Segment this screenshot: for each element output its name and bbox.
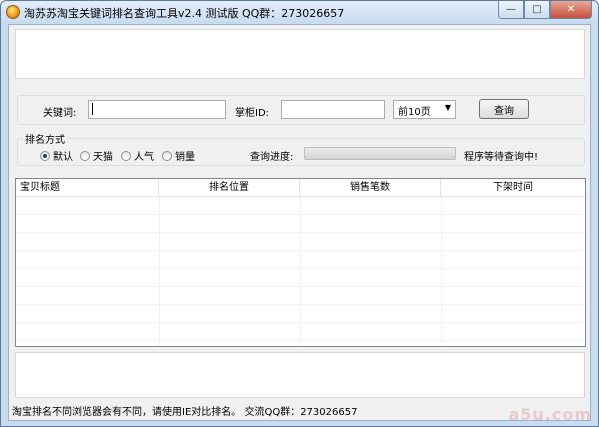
keyword-label: 关键词:: [43, 108, 77, 119]
pages-select[interactable]: 前10页 ▼: [393, 100, 456, 119]
radio-popularity-label: 人气: [134, 152, 154, 163]
radio-popularity[interactable]: 人气: [121, 148, 154, 163]
column-header-rank[interactable]: 排名位置: [159, 179, 300, 197]
text-caret: [92, 103, 93, 115]
chevron-down-icon: ▼: [444, 103, 451, 112]
radio-checked-icon: [40, 150, 50, 161]
app-logo-icon: [6, 5, 20, 19]
keyword-input[interactable]: [88, 100, 226, 119]
window-controls: — □ ✕: [498, 1, 592, 19]
bottom-info-box[interactable]: [15, 352, 585, 398]
radio-tmall-label: 天猫: [93, 152, 113, 163]
app-window: 淘苏苏淘宝关键词排名查询工具v2.4 测试版 QQ群：273026657 — □…: [0, 0, 599, 427]
rank-method-title: 排名方式: [23, 131, 67, 146]
radio-sales-label: 销量: [175, 152, 195, 163]
pages-select-value: 前10页: [398, 107, 431, 118]
radio-sales[interactable]: 销量: [162, 148, 195, 163]
status-text: 程序等待查询中!: [464, 152, 539, 163]
radio-unchecked-icon: [162, 150, 172, 161]
query-progress-bar: [304, 147, 456, 160]
window-title: 淘苏苏淘宝关键词排名查询工具v2.4 测试版 QQ群：273026657: [24, 7, 345, 20]
radio-unchecked-icon: [121, 150, 131, 161]
client-area: 关键词: 掌柜ID: 前10页 ▼ 查询 排名方式 默认 天猫 人气 销量 查询…: [8, 24, 591, 421]
radio-tmall[interactable]: 天猫: [80, 148, 113, 163]
query-button[interactable]: 查询: [479, 99, 529, 119]
radio-default-label: 默认: [53, 152, 73, 163]
column-header-delist-time[interactable]: 下架时间: [441, 179, 585, 197]
column-header-title[interactable]: 宝贝标题: [16, 179, 159, 197]
maximize-button[interactable]: □: [524, 1, 550, 19]
table-body: [16, 197, 585, 346]
radio-unchecked-icon: [80, 150, 90, 161]
table-header: 宝贝标题 排名位置 销售笔数 下架时间: [16, 179, 585, 197]
shop-id-label: 掌柜ID:: [235, 108, 270, 119]
footer-note: 淘宝排名不同浏览器会有不同，请使用IE对比排名。 交流QQ群：273026657: [12, 407, 358, 418]
progress-label: 查询进度:: [250, 152, 294, 163]
search-panel: 关键词: 掌柜ID: 前10页 ▼ 查询: [17, 95, 585, 125]
minimize-button[interactable]: —: [498, 1, 524, 19]
results-table[interactable]: 宝贝标题 排名位置 销售笔数 下架时间: [15, 178, 586, 347]
close-button[interactable]: ✕: [550, 1, 592, 19]
shop-id-input[interactable]: [281, 100, 385, 119]
watermark-logo: a5u.com: [508, 405, 592, 424]
column-header-sales[interactable]: 销售笔数: [300, 179, 441, 197]
title-bar[interactable]: 淘苏苏淘宝关键词排名查询工具v2.4 测试版 QQ群：273026657 — □…: [1, 1, 598, 23]
rank-method-group: 排名方式 默认 天猫 人气 销量 查询进度: 程序等待查询中!: [17, 131, 585, 166]
radio-default[interactable]: 默认: [40, 148, 73, 163]
top-info-box[interactable]: [15, 29, 585, 79]
